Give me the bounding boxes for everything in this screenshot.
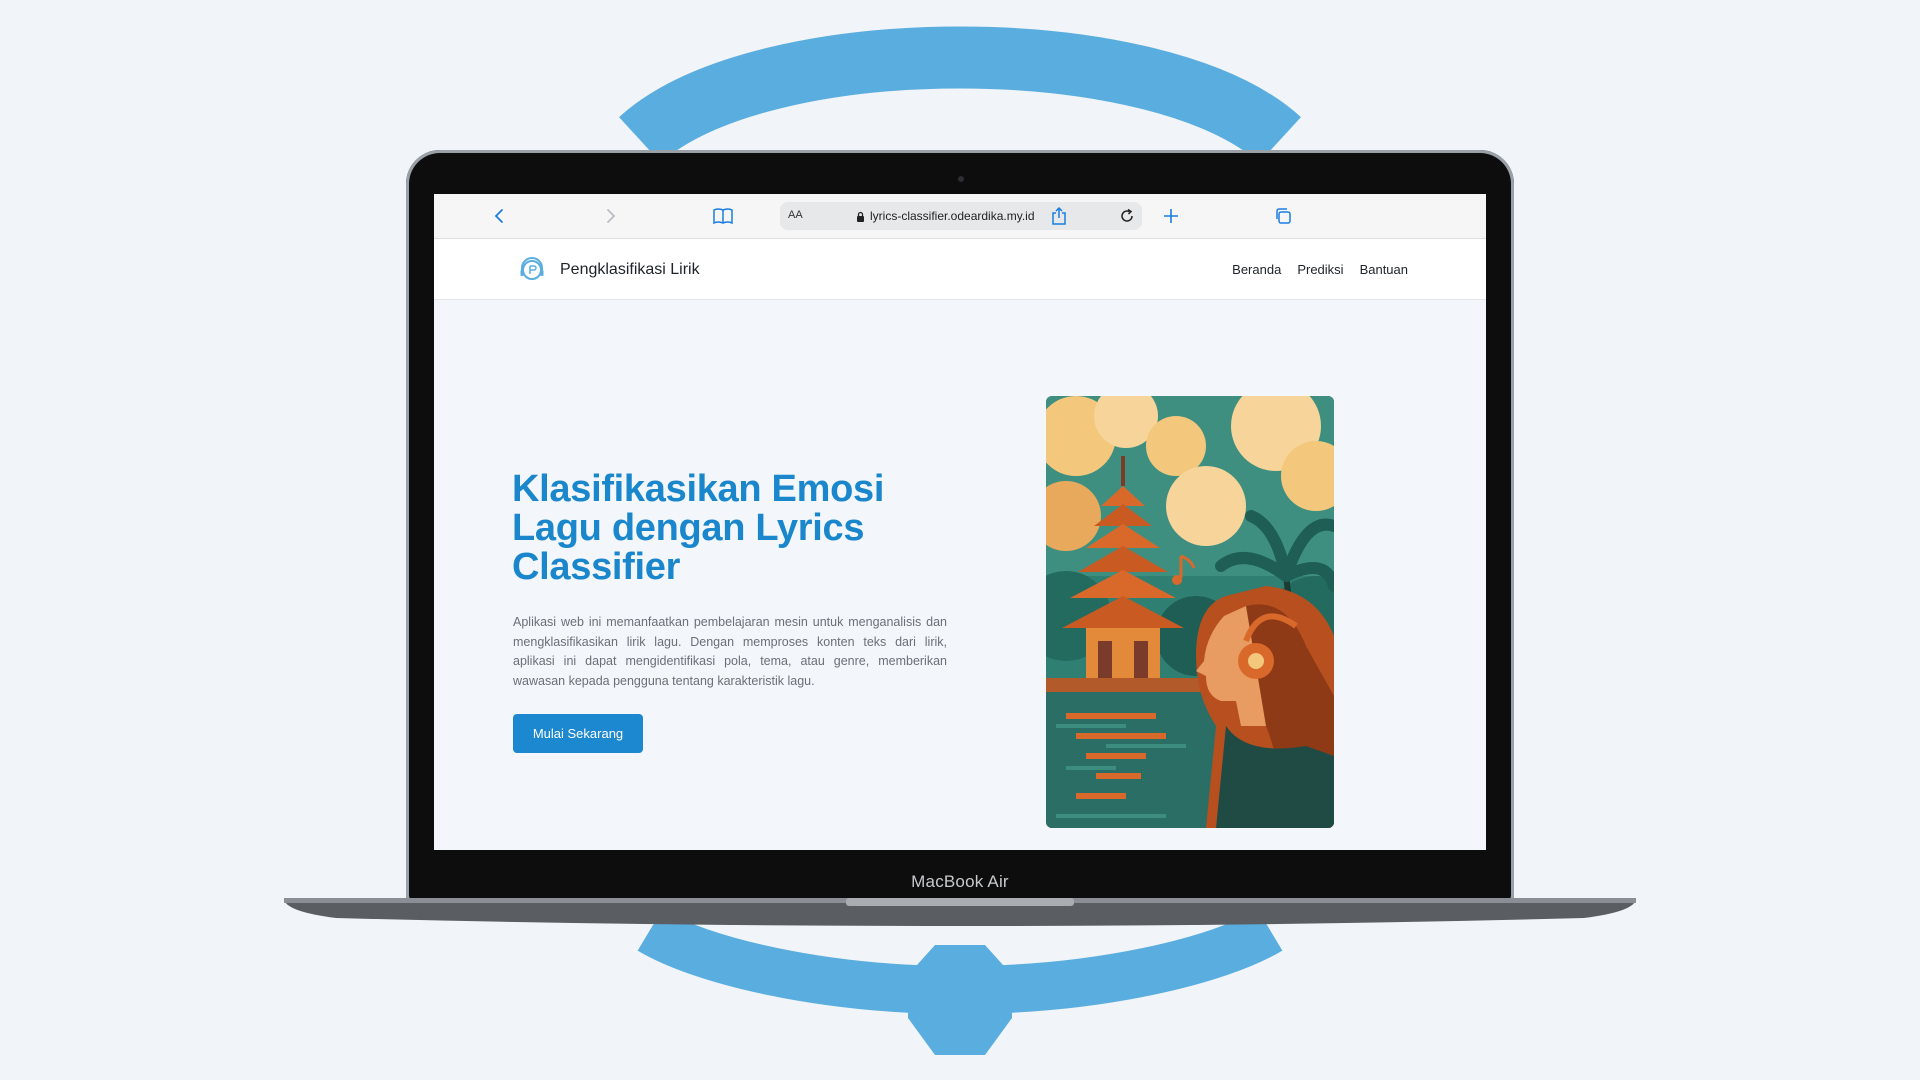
lock-icon xyxy=(857,211,864,222)
hero-title-line: Klasifikasikan Emosi xyxy=(512,468,885,510)
reload-icon[interactable] xyxy=(1118,207,1136,225)
site-navbar: Pengklasifikasi Lirik Beranda Prediksi B… xyxy=(434,239,1486,300)
nav-menu: Beranda Prediksi Bantuan xyxy=(1232,262,1408,277)
logo-icon[interactable] xyxy=(519,257,545,283)
bookmarks-icon[interactable] xyxy=(712,205,734,227)
nav-link-beranda[interactable]: Beranda xyxy=(1232,262,1281,277)
forward-icon[interactable] xyxy=(600,205,622,227)
hero-title-line: Classifier xyxy=(512,546,681,588)
start-now-button[interactable]: Mulai Sekarang xyxy=(513,714,643,753)
hero-title: Klasifikasikan Emosi Lagu dengan Lyrics … xyxy=(512,470,932,587)
back-icon[interactable] xyxy=(488,205,510,227)
laptop-base xyxy=(284,898,1636,926)
tabs-icon[interactable] xyxy=(1272,205,1294,227)
hero-title-line: Lagu dengan Lyrics xyxy=(512,507,865,549)
browser-toolbar: AA lyrics-classifier.odeardika.my.id xyxy=(434,194,1486,239)
laptop-screen: AA lyrics-classifier.odeardika.my.id Pen… xyxy=(434,194,1486,850)
hero-description: Aplikasi web ini memanfaatkan pembelajar… xyxy=(513,615,947,688)
share-icon[interactable] xyxy=(1048,205,1070,227)
nav-link-prediksi[interactable]: Prediksi xyxy=(1297,262,1343,277)
nav-link-bantuan[interactable]: Bantuan xyxy=(1360,262,1408,277)
address-bar[interactable]: AA lyrics-classifier.odeardika.my.id xyxy=(780,202,1142,230)
hero-illustration xyxy=(1046,396,1334,828)
new-tab-icon[interactable] xyxy=(1160,205,1182,227)
text-size-button[interactable]: AA xyxy=(788,209,803,221)
url-text: lyrics-classifier.odeardika.my.id xyxy=(870,209,1035,223)
brand-name[interactable]: Pengklasifikasi Lirik xyxy=(560,261,700,279)
laptop-model-label: MacBook Air xyxy=(911,872,1009,891)
camera-icon xyxy=(958,176,964,182)
